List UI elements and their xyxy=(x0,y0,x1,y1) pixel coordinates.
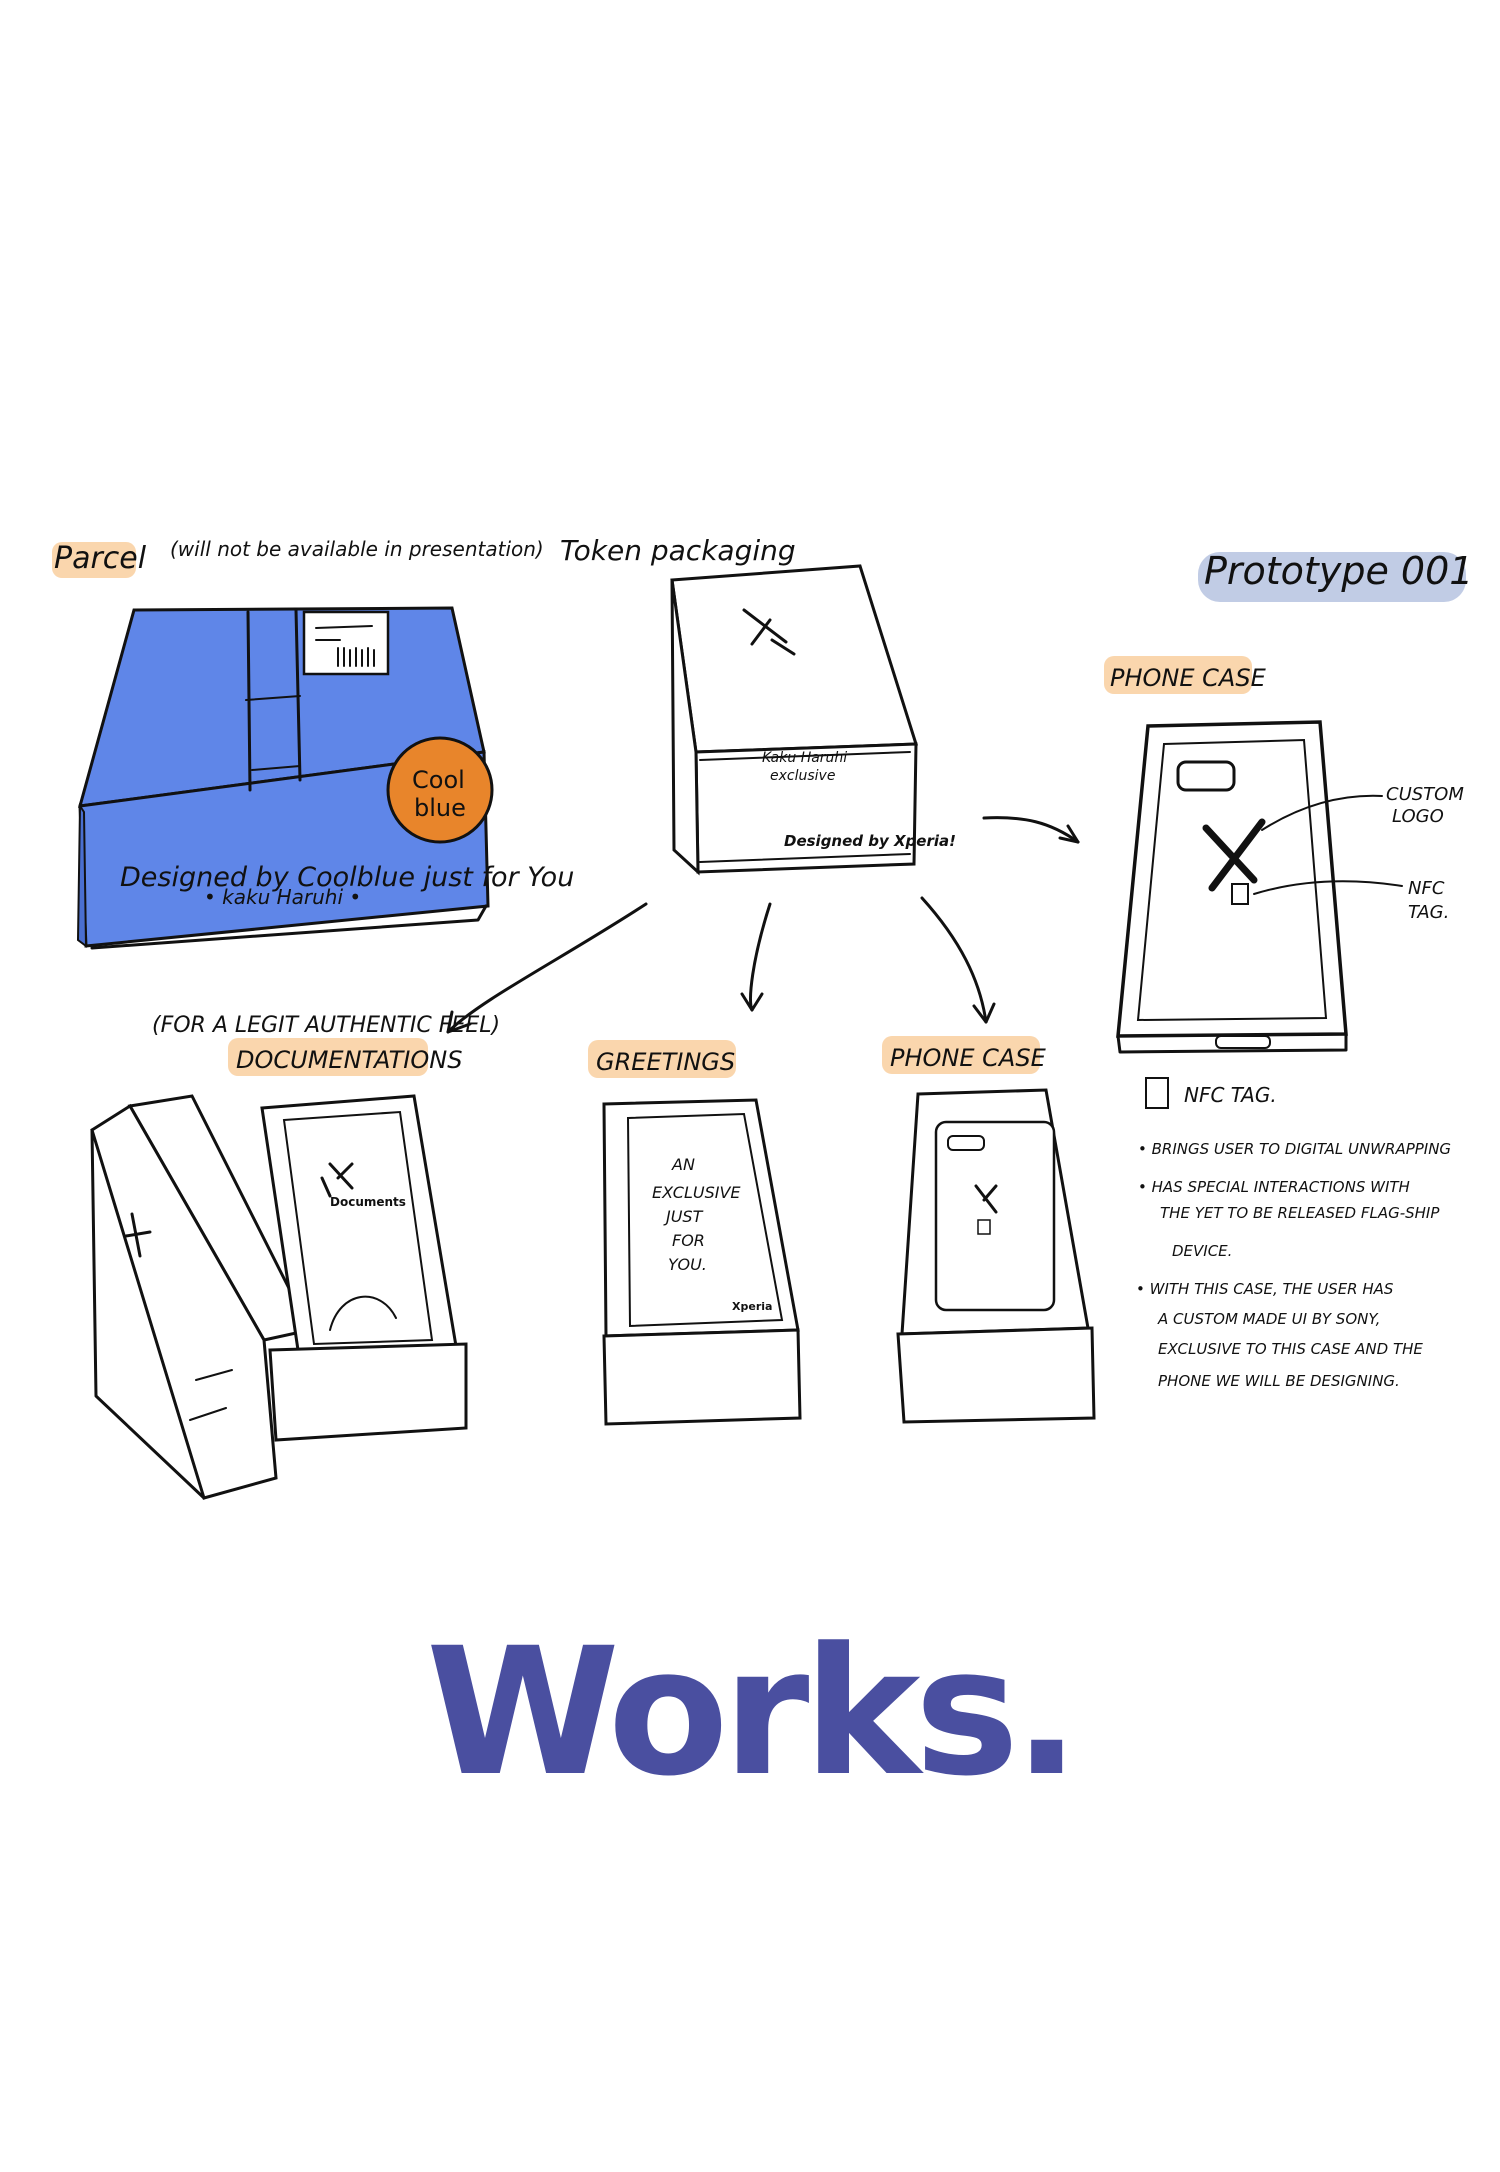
custom-logo-label-1: CUSTOM xyxy=(1386,784,1464,805)
nfc-bullet-3-line-3: EXCLUSIVE TO THIS CASE AND THE xyxy=(1158,1340,1423,1358)
greeting-line-3: JUST xyxy=(663,1207,704,1226)
documentations-label: DOCUMENTATIONS xyxy=(236,1046,462,1074)
sticker-text-1: Cool xyxy=(412,766,465,794)
parcel-box-text-2: • kaku Haruhi • xyxy=(204,885,361,909)
nfc-bullet-2-line-1: • HAS SPECIAL INTERACTIONS WITH xyxy=(1138,1178,1410,1196)
nfc-icon xyxy=(1145,1077,1169,1109)
phone-case-box xyxy=(896,1088,1096,1424)
shipping-label xyxy=(302,610,390,676)
parcel-label: Parcel xyxy=(54,541,147,576)
token-box-text-1: Kaku Haruhi xyxy=(762,750,847,766)
phone-case-mid-label: PHONE CASE xyxy=(890,1044,1047,1072)
greetings-box: AN EXCLUSIVE JUST FOR YOU. Xperia xyxy=(602,1098,802,1426)
legit-note: (FOR A LEGIT AUTHENTIC FEEL) xyxy=(152,1013,500,1038)
token-box-sign: Designed by Xperia! xyxy=(784,832,956,850)
documents-caption: Documents xyxy=(330,1195,406,1209)
greeting-line-5: YOU. xyxy=(668,1255,707,1274)
works-title: Works. xyxy=(425,1610,1080,1815)
nfc-bullet-3-line-4: PHONE WE WILL BE DESIGNING. xyxy=(1158,1372,1400,1390)
nfc-bullet-3-line-1: • WITH THIS CASE, THE USER HAS xyxy=(1136,1280,1394,1298)
nfc-bullet-3-line-2: A CUSTOM MADE UI BY SONY, xyxy=(1157,1310,1380,1328)
prototype-phone-case: CUSTOM LOGO NFC TAG. xyxy=(1116,720,1464,1054)
greeting-line-4: FOR xyxy=(672,1231,705,1250)
nfc-bullet-2-line-2: THE YET TO BE RELEASED FLAG-SHIP xyxy=(1160,1204,1440,1222)
phone-case-right-label: PHONE CASE xyxy=(1110,664,1267,692)
nfc-tag-label-2: TAG. xyxy=(1408,902,1449,923)
documentations-box: Documents xyxy=(90,1094,468,1500)
token-box: Kaku Haruhi exclusive Designed by Xperia… xyxy=(670,564,956,876)
arrow-to-phone-case xyxy=(920,896,988,1024)
nfc-bullet-1: • BRINGS USER TO DIGITAL UNWRAPPING xyxy=(1138,1140,1451,1158)
nfc-tag-label-1: NFC xyxy=(1408,878,1445,899)
port-cutout xyxy=(1215,1035,1271,1049)
parcel-note: (will not be available in presentation) xyxy=(170,537,544,561)
nfc-bullet-2-line-3: DEVICE. xyxy=(1172,1242,1232,1260)
greetings-label: GREETINGS xyxy=(596,1048,735,1076)
greeting-line-1: AN xyxy=(671,1155,695,1174)
parcel-box: Cool blue Designed by Coolblue just for … xyxy=(76,606,574,950)
nfc-notes-title: NFC TAG. xyxy=(1184,1083,1277,1107)
sticker-text-2: blue xyxy=(414,794,466,822)
nfc-notes: NFC TAG. • BRINGS USER TO DIGITAL UNWRAP… xyxy=(1136,1077,1451,1390)
greeting-line-2: EXCLUSIVE xyxy=(652,1183,741,1202)
sketch-canvas: Parcel (will not be available in present… xyxy=(52,534,1473,1500)
page-heading: Prototype 001 xyxy=(1204,549,1473,593)
custom-logo-label-2: LOGO xyxy=(1392,806,1444,827)
greeting-sign: Xperia xyxy=(732,1300,772,1313)
token-packaging-label: Token packaging xyxy=(560,534,796,567)
token-box-text-2: exclusive xyxy=(770,768,835,784)
